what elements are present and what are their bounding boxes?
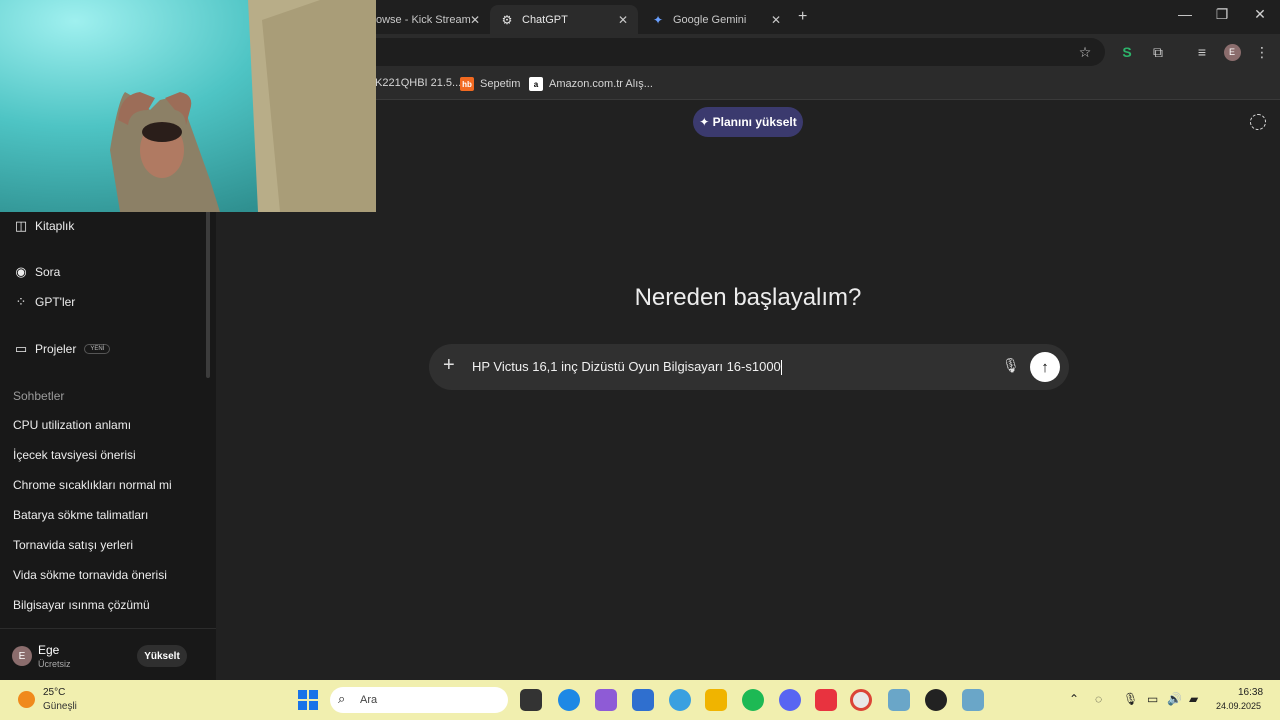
- app-icon[interactable]: [962, 689, 984, 711]
- battery-icon[interactable]: ▰: [1189, 692, 1198, 706]
- folder-icon: ▭: [14, 341, 28, 356]
- tray-microphone-icon[interactable]: 🎙: [1123, 692, 1138, 706]
- grid-icon: ⁘: [15, 294, 27, 309]
- app-dark-icon[interactable]: [925, 689, 947, 711]
- add-attachment-icon[interactable]: +: [443, 354, 455, 377]
- sidebar-item-sora[interactable]: ◉ Sora: [13, 264, 60, 280]
- sidebar-item-library[interactable]: ◫ Kitaplık: [13, 218, 75, 234]
- weather-temperature[interactable]: 25°C: [43, 687, 65, 698]
- chat-item[interactable]: Batarya sökme talimatları: [13, 508, 148, 522]
- weather-app-icon[interactable]: [669, 689, 691, 711]
- tab-chatgpt[interactable]: ⚙ ChatGPT ✕: [490, 5, 638, 34]
- clock-date[interactable]: 24.09.2025: [1216, 701, 1261, 711]
- sun-icon[interactable]: [18, 691, 35, 708]
- gemini-logo-icon: ✦: [652, 12, 664, 27]
- network-icon[interactable]: ▭: [1147, 692, 1158, 706]
- address-bar[interactable]: [330, 38, 1105, 66]
- clock-time[interactable]: 16:38: [1238, 687, 1263, 698]
- chat-item[interactable]: CPU utilization anlamı: [13, 418, 131, 432]
- file-explorer-icon[interactable]: [705, 689, 727, 711]
- play-circle-icon: ◉: [15, 264, 27, 279]
- media-control-icon[interactable]: ≡: [1192, 42, 1212, 62]
- app-red-icon[interactable]: [815, 689, 837, 711]
- chrome-icon[interactable]: [850, 689, 872, 711]
- taskbar-search[interactable]: ⌕ Ara: [330, 687, 508, 713]
- extensions-puzzle-icon[interactable]: ⧉: [1148, 42, 1168, 62]
- microphone-icon[interactable]: 🎙: [1002, 357, 1020, 374]
- edge-icon[interactable]: [558, 689, 580, 711]
- close-icon[interactable]: ✕: [618, 13, 628, 27]
- profile-avatar[interactable]: E: [1222, 42, 1242, 62]
- extension-s-icon[interactable]: S: [1117, 42, 1137, 62]
- tab-kick[interactable]: owse - Kick Stream ✕: [366, 5, 490, 34]
- store-icon[interactable]: [632, 689, 654, 711]
- chat-item[interactable]: Tornavida satışı yerleri: [13, 538, 133, 552]
- chat-composer: + HP Victus 16,1 inç Dizüstü Oyun Bilgis…: [429, 344, 1069, 390]
- chat-item[interactable]: Chrome sıcaklıkları normal mi: [13, 478, 172, 492]
- new-badge: YENİ: [84, 344, 111, 354]
- bookmark-monitor[interactable]: K221QHBI 21.5...: [375, 77, 461, 89]
- webcam-overlay: [0, 0, 376, 212]
- bookmark-amazon[interactable]: a Amazon.com.tr Alış...: [529, 77, 653, 91]
- close-icon[interactable]: ✕: [470, 13, 480, 27]
- tab-gemini[interactable]: ✦ Google Gemini ✕: [641, 5, 791, 34]
- send-button[interactable]: ↑: [1030, 352, 1060, 382]
- amazon-favicon-icon: a: [529, 77, 543, 91]
- upgrade-plan-button[interactable]: ✦ Planını yükselt: [693, 107, 803, 137]
- sidebar-scrollbar[interactable]: [206, 210, 210, 378]
- user-account-bar[interactable]: E Ege Ücretsiz Yükselt: [0, 628, 216, 680]
- search-icon: ⌕: [338, 691, 346, 706]
- tab-title: owse - Kick Stream: [376, 13, 471, 26]
- avatar: E: [12, 646, 32, 666]
- chat-item[interactable]: Bilgisayar ısınma çözümü: [13, 598, 150, 612]
- new-tab-button[interactable]: +: [798, 8, 807, 26]
- app-icon[interactable]: [888, 689, 910, 711]
- close-icon[interactable]: ✕: [771, 13, 781, 27]
- spotify-icon[interactable]: [742, 689, 764, 711]
- tab-title: ChatGPT: [522, 13, 568, 26]
- upgrade-button[interactable]: Yükselt: [137, 645, 187, 667]
- chats-section-title: Sohbetler: [13, 389, 65, 403]
- page-title: Nereden başlayalım?: [634, 284, 862, 311]
- tray-app-icon[interactable]: ◌: [1095, 692, 1102, 706]
- copilot-icon[interactable]: [595, 689, 617, 711]
- windows-taskbar: 25°C Güneşli ⌕ Ara ⌃ ◌ 🎙 ▭ 🔊 ▰ 16:38 24.…: [0, 680, 1280, 720]
- user-plan: Ücretsiz: [38, 659, 71, 669]
- volume-icon[interactable]: 🔊: [1167, 692, 1182, 706]
- tray-chevron-up-icon[interactable]: ⌃: [1069, 692, 1079, 706]
- tab-title: Google Gemini: [673, 13, 747, 26]
- temporary-chat-icon[interactable]: [1250, 114, 1266, 130]
- bookmark-sepetim[interactable]: hb Sepetim: [460, 77, 520, 91]
- restore-button[interactable]: ❐: [1207, 6, 1237, 23]
- bookmark-star-icon[interactable]: ☆: [1075, 42, 1095, 62]
- weather-condition[interactable]: Güneşli: [43, 701, 77, 712]
- discord-icon[interactable]: [779, 689, 801, 711]
- sidebar-item-projects[interactable]: ▭ Projeler YENİ: [13, 341, 111, 357]
- minimize-button[interactable]: —: [1170, 6, 1200, 22]
- hepsiburada-favicon-icon: hb: [460, 77, 474, 91]
- windows-start-icon[interactable]: [297, 689, 319, 711]
- user-name: Ege: [38, 643, 60, 657]
- task-view-icon[interactable]: [520, 689, 542, 711]
- library-icon: ◫: [14, 218, 28, 233]
- chat-item[interactable]: İçecek tavsiyesi önerisi: [13, 448, 136, 462]
- sidebar-item-gpts[interactable]: ⁘ GPT'ler: [13, 294, 76, 310]
- prompt-input[interactable]: HP Victus 16,1 inç Dizüstü Oyun Bilgisay…: [472, 359, 782, 376]
- chat-item[interactable]: Vida sökme tornavida önerisi: [13, 568, 167, 582]
- browser-menu-icon[interactable]: ⋮: [1252, 42, 1272, 62]
- window-close-button[interactable]: ✕: [1245, 6, 1275, 23]
- openai-logo-icon: ⚙: [501, 12, 513, 27]
